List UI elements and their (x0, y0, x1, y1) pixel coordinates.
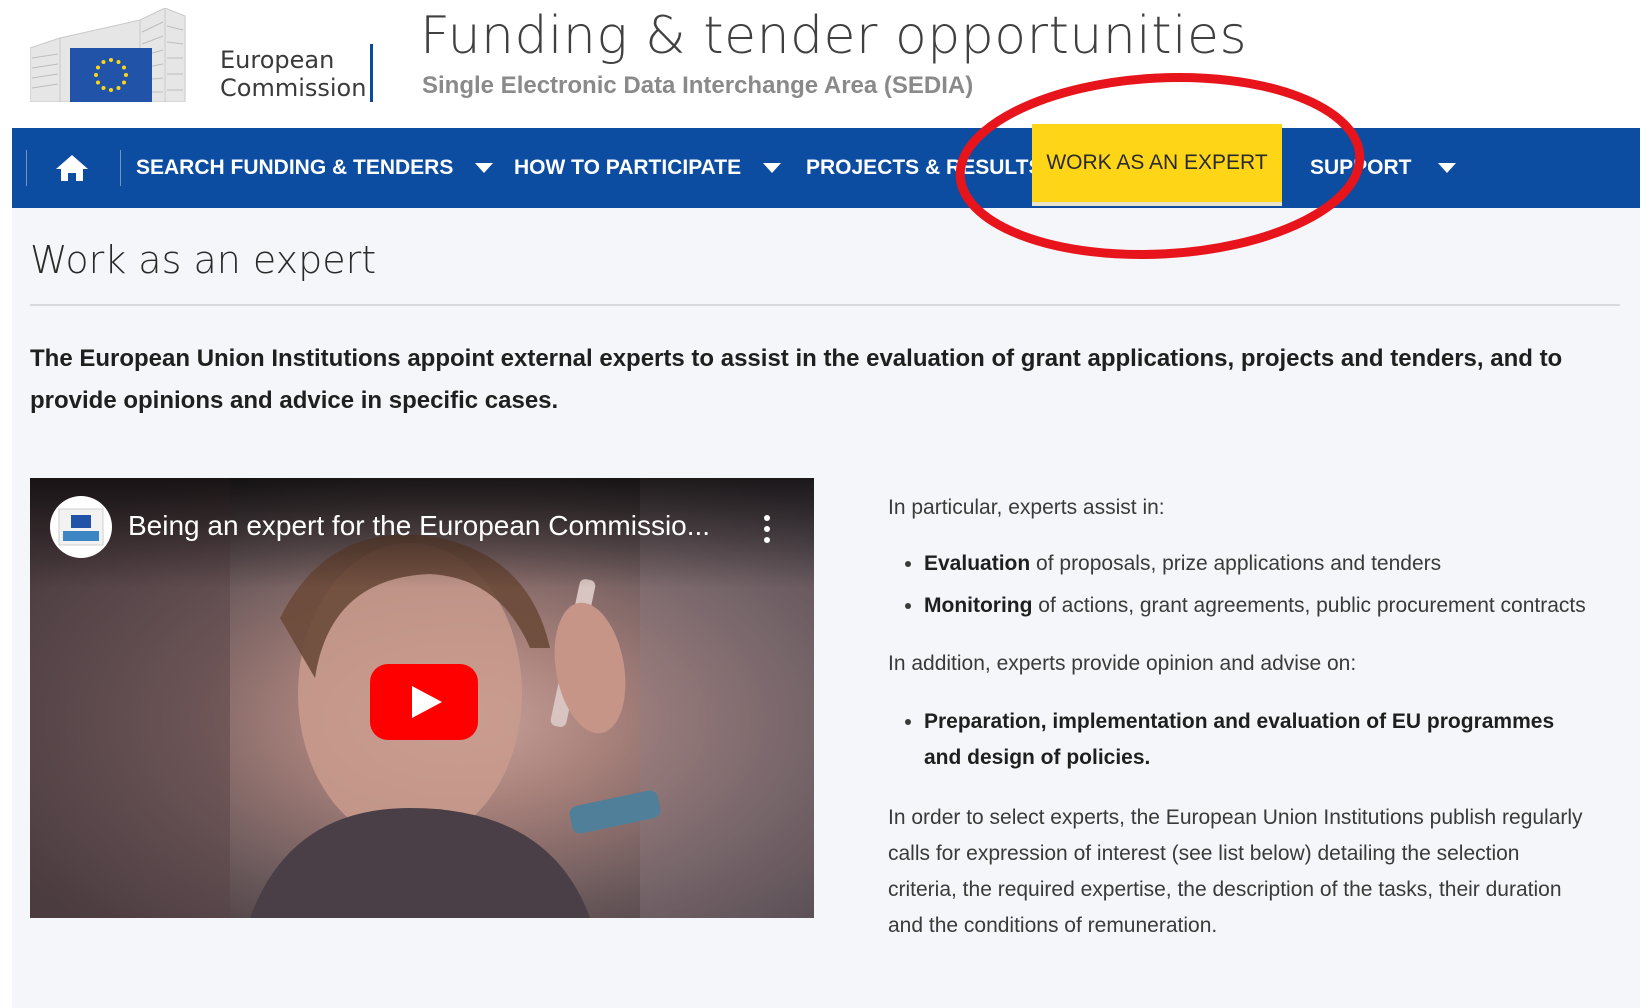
nav-label: PROJECTS & RESULTS (806, 156, 1043, 179)
nav-search-funding-tenders[interactable]: SEARCH FUNDING & TENDERS (136, 128, 494, 208)
nav-projects-results[interactable]: PROJECTS & RESULTS (806, 128, 1042, 208)
title-divider (30, 304, 1620, 306)
paragraph-assist: In particular, experts assist in: (888, 496, 1165, 519)
site-title[interactable]: Funding & tender opportunities (420, 6, 1247, 66)
site-subtitle: Single Electronic Data Interchange Area … (422, 72, 974, 99)
list-item-text: of actions, grant agreements, public pro… (1032, 594, 1586, 617)
nav-work-as-expert[interactable]: WORK AS AN EXPERT (1032, 124, 1282, 206)
main-content: Work as an expert The European Union Ins… (12, 208, 1640, 1008)
play-button-icon[interactable] (370, 664, 478, 740)
eu-flag-icon (70, 48, 152, 102)
nav-separator (26, 150, 27, 186)
org-name: European Commission (220, 46, 366, 102)
video-title[interactable]: Being an expert for the European Commiss… (128, 510, 710, 542)
caret-down-icon (763, 163, 782, 173)
site-header: European Commission Funding & tender opp… (0, 0, 1652, 124)
nav-how-to-participate[interactable]: HOW TO PARTICIPATE (514, 128, 782, 208)
nav-label: SEARCH FUNDING & TENDERS (136, 156, 454, 179)
expert-description: In particular, experts assist in: Evalua… (888, 478, 1588, 944)
list-item-bold: Preparation, implementation and evaluati… (924, 710, 1555, 769)
advise-list: Preparation, implementation and evaluati… (888, 704, 1588, 776)
page-title: Work as an expert (30, 238, 377, 282)
list-item: Preparation, implementation and evaluati… (924, 704, 1588, 776)
assist-list: Evaluation of proposals, prize applicati… (888, 546, 1588, 624)
main-navigation: SEARCH FUNDING & TENDERS HOW TO PARTICIP… (12, 128, 1640, 208)
org-line-1: European (220, 46, 335, 74)
caret-down-icon (1437, 163, 1456, 173)
channel-avatar[interactable] (50, 496, 112, 558)
home-icon (56, 155, 88, 181)
org-line-2: Commission (220, 74, 367, 102)
research-innovation-logo-icon (58, 508, 104, 546)
list-item-bold: Evaluation (924, 552, 1031, 575)
paragraph-advise: In addition, experts provide opinion and… (888, 652, 1357, 675)
nav-home[interactable] (54, 128, 90, 208)
intro-paragraph: The European Union Institutions appoint … (30, 345, 1563, 414)
nav-support[interactable]: SUPPORT (1310, 128, 1456, 208)
video-player[interactable]: Being an expert for the European Commiss… (30, 478, 814, 918)
more-vertical-icon[interactable] (762, 514, 772, 544)
logo-divider (370, 44, 373, 102)
list-item: Evaluation of proposals, prize applicati… (924, 546, 1588, 582)
nav-label: SUPPORT (1310, 156, 1412, 179)
paragraph-selection: In order to select experts, the European… (888, 806, 1583, 937)
nav-label-active: WORK AS AN EXPERT (1046, 151, 1268, 174)
european-commission-logo[interactable]: European Commission (30, 8, 400, 104)
list-item: Monitoring of actions, grant agreements,… (924, 588, 1588, 624)
list-item-text: of proposals, prize applications and ten… (1030, 552, 1442, 575)
list-item-bold: Monitoring (924, 594, 1033, 617)
nav-separator (120, 150, 121, 186)
caret-down-icon (475, 163, 494, 173)
nav-label: HOW TO PARTICIPATE (514, 156, 742, 179)
